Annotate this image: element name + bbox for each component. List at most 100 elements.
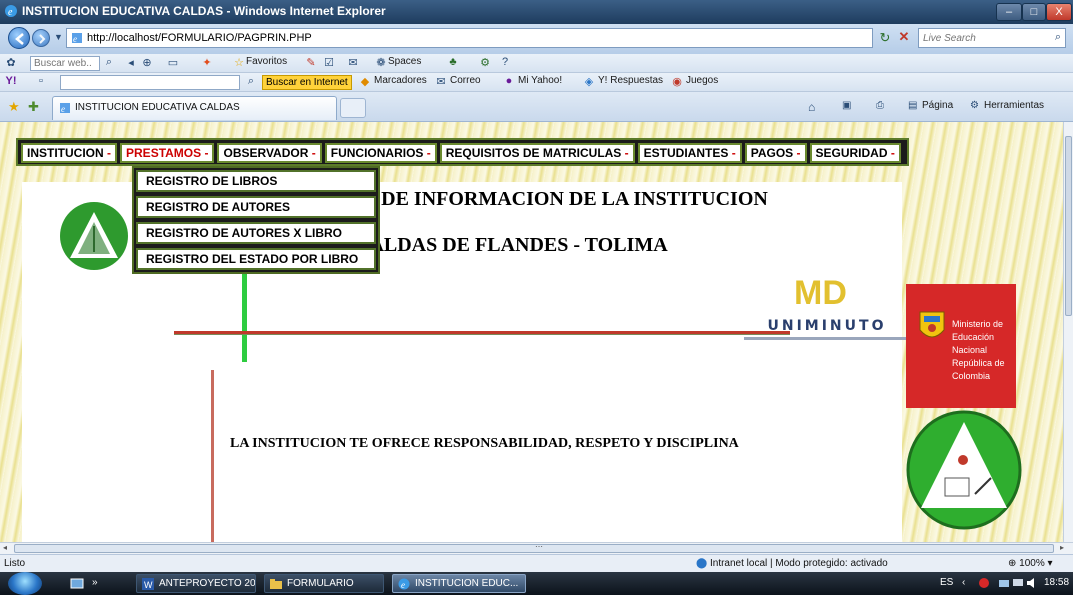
vertical-scrollbar[interactable] [1063,122,1073,542]
tab-bar: ★ ✚ e INSTITUCION EDUCATIVA CALDAS ⌂ ▣ ⎙… [0,92,1073,122]
web-search-input[interactable] [30,56,100,71]
spaces-button[interactable]: Spaces [388,56,421,71]
bookmarks-icon: ◆ [360,76,370,88]
horizontal-scrollbar[interactable]: ◂ ⋯ ▸ [0,542,1073,554]
task-institucion[interactable]: e INSTITUCION EDUC... [392,574,526,593]
print-icon[interactable]: ⎙ [876,100,884,111]
scroll-right-icon[interactable]: ▸ [1060,543,1064,552]
mi-yahoo-button[interactable]: Mi Yahoo! [518,75,562,90]
correo-button[interactable]: Correo [450,75,481,90]
mail-icon[interactable]: ✉ [346,56,360,70]
page-viewport: MD UNIMINUTO IA DE INFORMACION DE LA INS… [0,122,1063,542]
menu-estudiantes[interactable]: ESTUDIANTES - [637,143,742,163]
close-button[interactable]: X [1046,3,1072,21]
vertical-scroll-thumb[interactable] [1065,136,1072,316]
zone-label: Intranet local | Modo protegido: activad… [709,558,888,569]
home-icon[interactable]: ⌂ [808,100,815,114]
toolbar-logo-icon: ✿ [6,57,16,69]
page-icon: e [72,33,82,44]
task-label: ANTEPROYECTO 20... [159,578,256,589]
new-tab-button[interactable] [340,98,366,118]
menu-prestamos[interactable]: PRESTAMOS - [120,143,215,163]
show-desktop-icon[interactable] [70,577,84,590]
favoritos-button[interactable]: Favoritos [246,56,287,71]
start-button[interactable] [8,572,42,595]
pagina-button[interactable]: Página [922,100,953,111]
task-anteproyecto[interactable]: W ANTEPROYECTO 20... [136,574,256,593]
favorites-center-icon[interactable]: ★ [8,99,20,115]
quicklaunch-more-icon[interactable]: » [92,577,106,590]
red-vertical-divider [211,370,214,542]
tray-network-icon[interactable] [998,577,1010,589]
menu-dash: - [311,146,316,160]
language-indicator[interactable]: ES [940,577,953,588]
scroll-left-icon[interactable]: ◂ [3,543,7,552]
address-bar: ▼ e ↻ ✕ ⌕ [0,24,1073,54]
menu-label: ESTUDIANTES [643,146,729,160]
dropdown-registro-autores[interactable]: REGISTRO DE AUTORES [136,196,376,218]
tab-institucion[interactable]: e INSTITUCION EDUCATIVA CALDAS [52,96,337,120]
menu-pagos[interactable]: PAGOS - [744,143,807,163]
clock[interactable]: 18:58 [1044,577,1069,588]
live-search-box[interactable]: ⌕ [918,28,1066,48]
tray-expand-icon[interactable]: ‹ [962,577,974,589]
buscar-en-internet-button[interactable]: Buscar en Internet [262,75,352,90]
menu-dash: - [624,146,629,160]
yahoo-search-input[interactable] [60,75,240,90]
marcadores-button[interactable]: Marcadores [374,75,427,90]
help-icon[interactable]: ? [498,56,512,70]
url-input[interactable] [87,30,847,46]
history-dropdown-icon[interactable]: ▼ [54,32,63,42]
security-zone[interactable]: ⬤ Intranet local | Modo protegido: activ… [696,558,888,569]
minimize-button[interactable]: – [996,3,1022,21]
forward-button[interactable] [32,29,50,47]
word-icon: W [142,578,154,590]
url-box[interactable]: e [66,28,873,48]
tray-alert-icon[interactable] [978,577,990,589]
menu-label: FUNCIONARIOS [330,146,424,160]
search-icon[interactable]: ⌕ [102,56,116,70]
edit-icon[interactable]: ☑ [322,56,336,70]
options-icon[interactable]: ⚙ [478,56,492,70]
menu-label: PAGOS [750,146,794,160]
menu-requisitos-matriculas[interactable]: REQUISITOS DE MATRICULAS - [439,143,635,163]
back-button[interactable] [8,27,30,49]
butterfly-icon[interactable]: ✦ [200,56,214,70]
dropdown-registro-libros[interactable]: REGISTRO DE LIBROS [136,170,376,192]
volume-icon[interactable] [1026,577,1038,589]
back-small-icon[interactable]: ◂ [124,56,138,70]
tray-monitor-icon[interactable] [1012,577,1024,589]
window-icon[interactable]: ▭ [166,56,180,70]
answers-icon: ◈ [584,76,594,88]
herramientas-button[interactable]: Herramientas [984,100,1044,111]
page-heading-line2: CALDAS DE FLANDES - TOLIMA [355,234,668,256]
horizontal-scroll-thumb[interactable] [14,544,1054,553]
dropdown-registro-autores-x-libro[interactable]: REGISTRO DE AUTORES X LIBRO [136,222,376,244]
svg-text:W: W [144,580,153,590]
live-search-input[interactable] [923,30,1043,46]
juegos-button[interactable]: Juegos [686,75,718,90]
search-icon[interactable]: ⌕ [1055,31,1061,44]
page-heading-line1: IA DE INFORMACION DE LA INSTITUCION [355,188,768,210]
maximize-button[interactable]: □ [1022,3,1046,21]
zoom-control[interactable]: ⊕ 100% ▾ [1008,558,1053,569]
pencil-icon[interactable]: ▫ [34,75,48,89]
pencil-icon[interactable]: ✎ [304,56,318,70]
menu-observador[interactable]: OBSERVADOR - [217,143,322,163]
add-icon[interactable]: ⊕ [140,56,154,70]
feeds-icon[interactable]: ▣ [842,100,851,111]
stop-icon[interactable]: ✕ [895,29,913,47]
respuestas-button[interactable]: Y! Respuestas [598,75,663,90]
refresh-icon[interactable]: ↻ [876,30,894,46]
dropdown-registro-estado-libro[interactable]: REGISTRO DEL ESTADO POR LIBRO [136,248,376,270]
md-logo-icon: MD [794,274,847,312]
search-icon[interactable]: ⌕ [244,75,258,89]
messenger-icon[interactable]: ♣ [446,56,460,70]
menu-funcionarios[interactable]: FUNCIONARIOS - [324,143,437,163]
favorites-star-icon: ☆ [234,57,244,69]
task-label: FORMULARIO [287,578,354,589]
menu-institucion[interactable]: INSTITUCION - [21,143,118,163]
task-formulario[interactable]: FORMULARIO [264,574,384,593]
add-favorite-icon[interactable]: ✚ [28,99,39,115]
menu-seguridad[interactable]: SEGURIDAD - [809,143,901,163]
